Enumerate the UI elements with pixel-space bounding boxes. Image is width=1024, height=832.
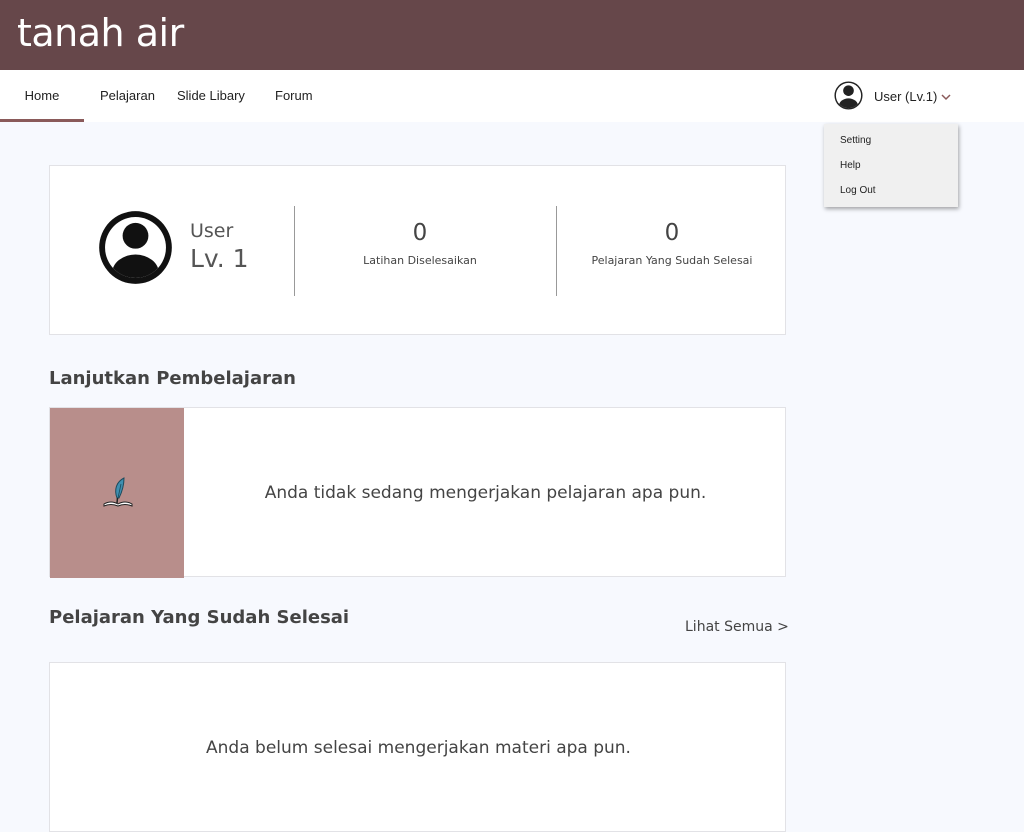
nav-pelajaran[interactable]: Pelajaran (100, 70, 155, 122)
top-header: tanah air (0, 0, 1024, 70)
user-avatar-icon (99, 211, 172, 284)
nav-forum[interactable]: Forum (275, 70, 313, 122)
menu-item-logout[interactable]: Log Out (840, 185, 876, 196)
profile-card: User Lv. 1 0 Latihan Diselesaikan 0 Pela… (49, 165, 786, 335)
stat-label: Pelajaran Yang Sudah Selesai (591, 254, 753, 267)
user-avatar-icon (834, 81, 863, 110)
nav-home[interactable]: Home (0, 70, 84, 122)
nav-slide-library[interactable]: Slide Libary (177, 70, 245, 122)
continue-learning-title: Lanjutkan Pembelajaran (49, 368, 296, 389)
profile-name: User (190, 220, 234, 242)
menu-item-help[interactable]: Help (840, 160, 861, 171)
see-all-link[interactable]: Lihat Semua > (685, 619, 789, 635)
completed-empty-message: Anda belum selesai mengerjakan materi ap… (206, 738, 631, 758)
chevron-down-icon (941, 94, 951, 101)
stat-label: Latihan Diselesaikan (363, 254, 477, 267)
lesson-thumbnail (50, 408, 184, 578)
user-menu-label: User (Lv.1) (874, 89, 938, 104)
completed-lessons-title: Pelajaran Yang Sudah Selesai (49, 607, 350, 628)
stat-value: 0 (412, 220, 428, 246)
brand-logo[interactable]: tanah air (17, 14, 184, 52)
stat-lessons-completed: 0 Pelajaran Yang Sudah Selesai (557, 220, 787, 267)
continue-empty-message: Anda tidak sedang mengerjakan pelajaran … (264, 483, 707, 503)
completed-lessons-card: Anda belum selesai mengerjakan materi ap… (49, 662, 786, 832)
stat-exercises-completed: 0 Latihan Diselesaikan (295, 220, 545, 267)
quill-book-icon (103, 477, 133, 507)
user-menu-toggle[interactable]: User (Lv.1) (833, 80, 963, 112)
user-dropdown-menu: Setting Help Log Out (824, 124, 958, 207)
profile-level: Lv. 1 (190, 244, 249, 273)
menu-item-setting[interactable]: Setting (840, 135, 871, 146)
stat-value: 0 (664, 220, 680, 246)
continue-learning-card: Anda tidak sedang mengerjakan pelajaran … (49, 407, 786, 578)
